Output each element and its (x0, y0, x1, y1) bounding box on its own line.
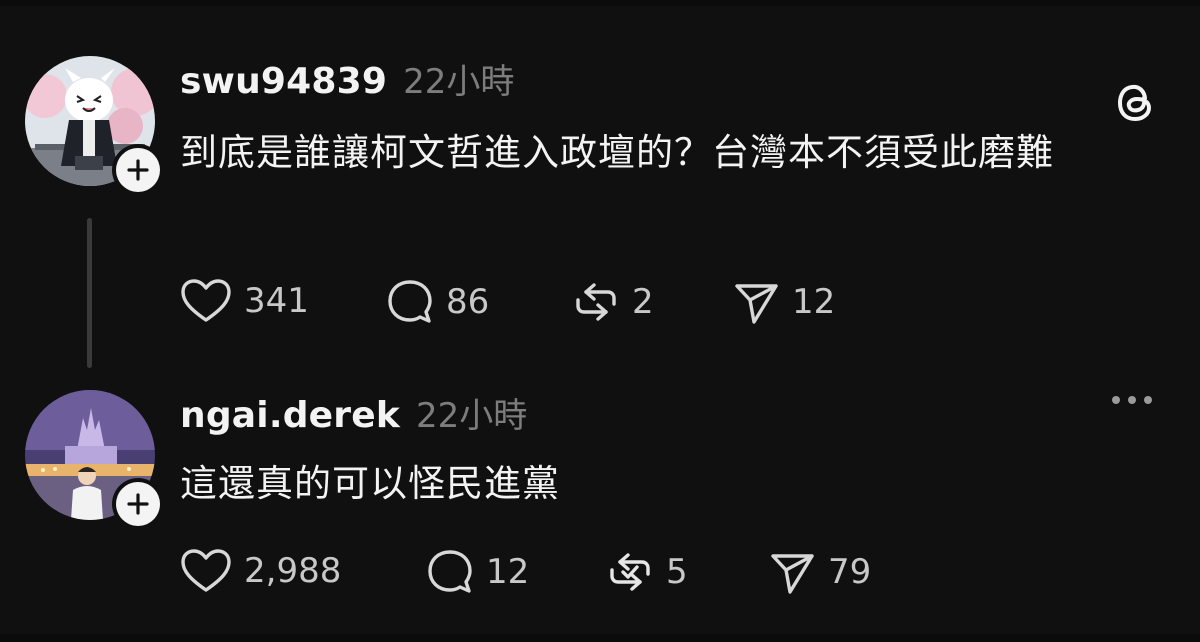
reposted-check-icon (610, 553, 650, 591)
post-header: ngai.derek 22小時 (180, 388, 527, 437)
timestamp: 22小時 (416, 396, 528, 436)
like-button[interactable]: 2,988 (180, 548, 341, 594)
send-icon (771, 554, 814, 594)
more-options-icon[interactable] (1112, 396, 1152, 404)
plus-icon (127, 159, 149, 181)
like-count: 341 (244, 281, 309, 321)
repost-button[interactable]: 5 (606, 548, 688, 596)
repost-count: 2 (632, 282, 654, 322)
share-button[interactable]: 79 (768, 548, 871, 596)
heart-icon (181, 549, 231, 592)
reply-count: 12 (486, 552, 530, 592)
share-button[interactable]: 12 (732, 278, 835, 326)
reply-button[interactable]: 12 (426, 548, 529, 596)
repost-count: 5 (666, 552, 688, 592)
like-count: 2,988 (244, 551, 342, 591)
reply-button[interactable]: 86 (386, 278, 489, 326)
like-button[interactable]: 341 (180, 278, 309, 324)
share-count: 79 (828, 552, 872, 592)
post-header: swu94839 22小時 (180, 54, 514, 103)
reply-count: 86 (446, 282, 490, 322)
post-body: 到底是誰讓柯文哲進入政壇的？台灣本不須受此磨難 (180, 131, 1054, 174)
action-bar: 2,988 12 5 79 (180, 548, 980, 594)
follow-button[interactable] (112, 144, 164, 196)
heart-icon (181, 279, 231, 322)
top-edge (0, 0, 1200, 6)
thread-connector-line (87, 218, 92, 368)
repost-button[interactable]: 2 (572, 278, 654, 326)
reply-bubble-icon (428, 550, 472, 593)
follow-button[interactable] (112, 478, 164, 530)
plus-icon (127, 493, 149, 515)
bottom-edge (0, 634, 1200, 642)
repost-icon (576, 283, 616, 321)
username[interactable]: swu94839 (180, 61, 387, 102)
post-body: 這還真的可以怪民進黨 (180, 462, 560, 505)
username[interactable]: ngai.derek (180, 395, 400, 436)
send-icon (735, 284, 778, 324)
reply-bubble-icon (388, 280, 432, 323)
timestamp: 22小時 (403, 62, 515, 102)
threads-logo-icon[interactable] (1112, 78, 1160, 130)
threads-screen: swu94839 22小時 到底是誰讓柯文哲進入政壇的？台灣本不須受此磨難 34… (0, 0, 1200, 642)
action-bar: 341 86 2 12 (180, 278, 980, 324)
share-count: 12 (792, 282, 836, 322)
